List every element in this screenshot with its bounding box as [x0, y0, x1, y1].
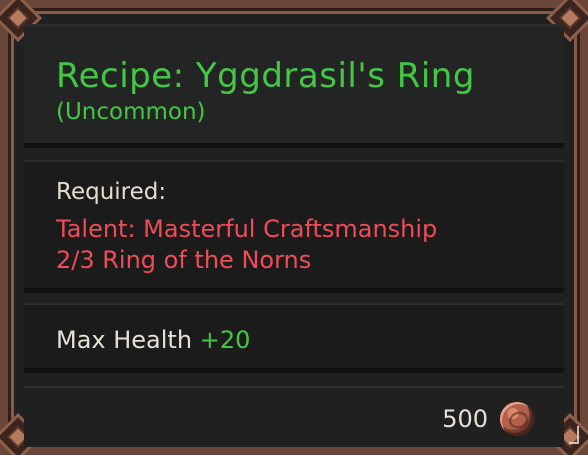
stat-value: +20 [199, 326, 251, 354]
price-value: 500 [442, 405, 488, 433]
requirements-section: Required: Talent: Masterful Craftsmanshi… [24, 160, 564, 293]
copper-coin-icon [500, 402, 534, 436]
requirement-line: Talent: Masterful Craftsmanship [56, 215, 438, 243]
stat-name: Max Health [56, 326, 193, 354]
price-display: 500 [442, 402, 534, 436]
price-footer: 500 [24, 386, 564, 447]
tooltip-header: Recipe: Yggdrasil's Ring (Uncommon) [24, 24, 564, 148]
stat-row: Max Health +20 [56, 325, 250, 355]
cursor-icon [569, 426, 579, 444]
item-title: Recipe: Yggdrasil's Ring [56, 56, 475, 96]
requirements-label: Required: [56, 179, 167, 205]
stats-section: Max Health +20 [24, 303, 564, 373]
item-rarity: (Uncommon) [56, 99, 206, 125]
item-tooltip: Recipe: Yggdrasil's Ring (Uncommon) Requ… [0, 0, 588, 455]
requirement-line: 2/3 Ring of the Norns [56, 246, 312, 274]
